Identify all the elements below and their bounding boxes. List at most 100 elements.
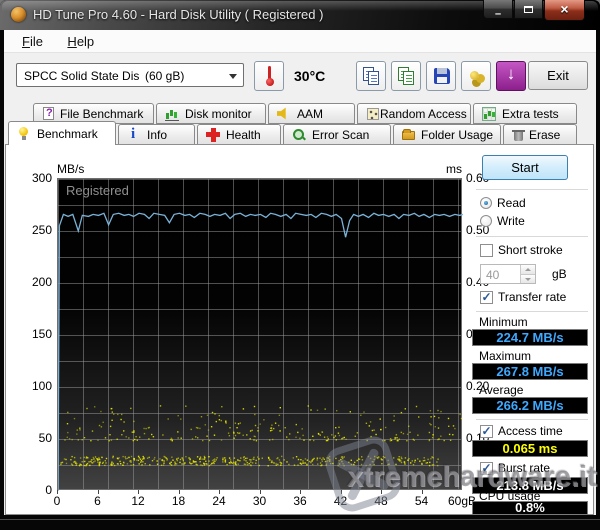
disk-monitor-icon [165, 107, 179, 121]
close-button[interactable]: × [544, 0, 585, 21]
access-time-value: 0.065 ms [472, 440, 588, 457]
spin-up-button[interactable] [521, 265, 535, 274]
maximum-label: Maximum [479, 349, 532, 363]
y-left-tick-label: 50 [38, 431, 52, 445]
x-tick-mark [97, 490, 99, 494]
minimum-label: Minimum [479, 315, 528, 329]
tab-benchmark[interactable]: Benchmark [8, 121, 116, 145]
tab-error-scan[interactable]: Error Scan [283, 124, 391, 145]
x-tick-mark [300, 490, 301, 494]
x-tick-label: 12 [131, 494, 145, 508]
read-radio[interactable]: Read [480, 196, 526, 210]
average-label: Average [479, 383, 524, 397]
tab-extra-tests[interactable]: Extra tests [473, 103, 577, 124]
save-button[interactable] [426, 61, 456, 91]
start-button[interactable]: Start [482, 155, 568, 180]
short-stroke-checkbox[interactable]: Short stroke [480, 243, 563, 257]
drive-select-dropdown[interactable]: SPCC Solid State Dis (60 gB) [16, 63, 244, 87]
site-watermark: xtremehardware.it [347, 461, 597, 493]
copy-image-button[interactable] [391, 61, 421, 91]
y-left-tick-label: 100 [31, 379, 52, 393]
lamp-icon [17, 126, 31, 141]
separator [476, 189, 588, 190]
download-button[interactable]: ↓ [496, 61, 526, 91]
exit-button[interactable]: Exit [528, 61, 588, 90]
file-benchmark-icon [43, 107, 54, 120]
menu-file[interactable]: File [20, 34, 45, 49]
info-icon [127, 126, 141, 143]
separator [476, 311, 588, 312]
trash-icon [512, 130, 525, 141]
short-stroke-unit: gB [552, 267, 567, 281]
minimum-value: 224.7 MB/s [472, 329, 588, 346]
x-tick-label: 30 [252, 494, 267, 508]
checkbox-icon [480, 243, 493, 257]
minimize-button[interactable]: – [483, 0, 513, 20]
chevron-down-icon [229, 74, 237, 79]
x-tick-label: 18 [171, 494, 186, 508]
save-icon [434, 68, 450, 84]
tab-erase[interactable]: Erase [503, 124, 577, 145]
toolbar: SPCC Solid State Dis (60 gB) 30°C ↓ Exit [4, 53, 596, 102]
short-stroke-size-input[interactable]: 40 [480, 264, 536, 284]
app-window: HD Tune Pro 4.60 - Hard Disk Utility ( R… [0, 0, 600, 530]
maximize-icon [524, 6, 533, 13]
extra-tests-icon [482, 106, 496, 121]
drive-size: (60 gB) [145, 69, 185, 83]
tab-health[interactable]: Health [197, 124, 281, 145]
maximum-value: 267.8 MB/s [472, 363, 588, 380]
checkbox-icon: ✓ [480, 289, 493, 304]
cpu-usage-value: 0.8% [472, 501, 588, 515]
x-tick-mark [57, 490, 58, 494]
app-icon [11, 7, 26, 22]
down-arrow-icon: ↓ [506, 64, 516, 83]
x-tick-label: 0 [53, 494, 61, 508]
folder-icon [402, 129, 415, 140]
y-left-tick-label: 150 [31, 327, 52, 341]
speaker-icon [277, 107, 286, 120]
separator [476, 236, 588, 237]
tab-folder-usage[interactable]: Folder Usage [393, 124, 501, 145]
y-left-tick-label: 200 [31, 275, 52, 289]
window-frame-line [0, 519, 600, 520]
window-title: HD Tune Pro 4.60 - Hard Disk Utility ( R… [33, 7, 324, 22]
menu-bar: File Help [4, 30, 596, 53]
transfer-rate-checkbox[interactable]: ✓ Transfer rate [480, 290, 566, 304]
tab-aam[interactable]: AAM [268, 103, 355, 124]
drive-name: SPCC Solid State Dis [24, 69, 140, 83]
x-tick-mark [178, 490, 180, 494]
x-tick-label: 54 [414, 494, 429, 508]
options-button[interactable] [461, 61, 491, 91]
access-time-checkbox[interactable]: ✓ Access time [480, 424, 563, 438]
y-left-axis-unit: MB/s [57, 162, 85, 176]
menu-help[interactable]: Help [65, 34, 96, 49]
tab-random-access[interactable]: Random Access [357, 103, 471, 124]
maximize-button[interactable] [514, 0, 543, 19]
benchmark-chart: Registered [57, 178, 463, 491]
dice-icon [367, 107, 379, 120]
x-tick-mark [138, 490, 139, 494]
radio-icon [480, 215, 492, 227]
average-value: 266.2 MB/s [472, 397, 588, 414]
spinner-buttons [520, 265, 535, 283]
y-left-tick-label: 250 [31, 223, 52, 237]
x-tick-mark [219, 490, 220, 494]
coins-icon [470, 71, 479, 80]
y-right-axis-unit: ms [446, 162, 462, 176]
x-tick-mark [259, 490, 261, 494]
copy-text-button[interactable] [356, 61, 386, 91]
tab-disk-monitor[interactable]: Disk monitor [156, 103, 266, 124]
tab-info[interactable]: Info [118, 124, 195, 145]
y-left-tick-label: 300 [31, 171, 52, 185]
x-tick-label: 24 [212, 494, 226, 508]
health-icon [206, 127, 220, 142]
radio-icon [480, 197, 492, 209]
checkbox-icon: ✓ [480, 423, 493, 438]
temperature-value: 30°C [294, 68, 326, 84]
temperature-button[interactable] [254, 61, 284, 91]
separator [476, 419, 588, 420]
x-tick-label: 6 [94, 494, 101, 508]
spin-down-button[interactable] [521, 274, 535, 283]
write-radio[interactable]: Write [480, 214, 525, 228]
transfer-rate-line [58, 212, 463, 491]
